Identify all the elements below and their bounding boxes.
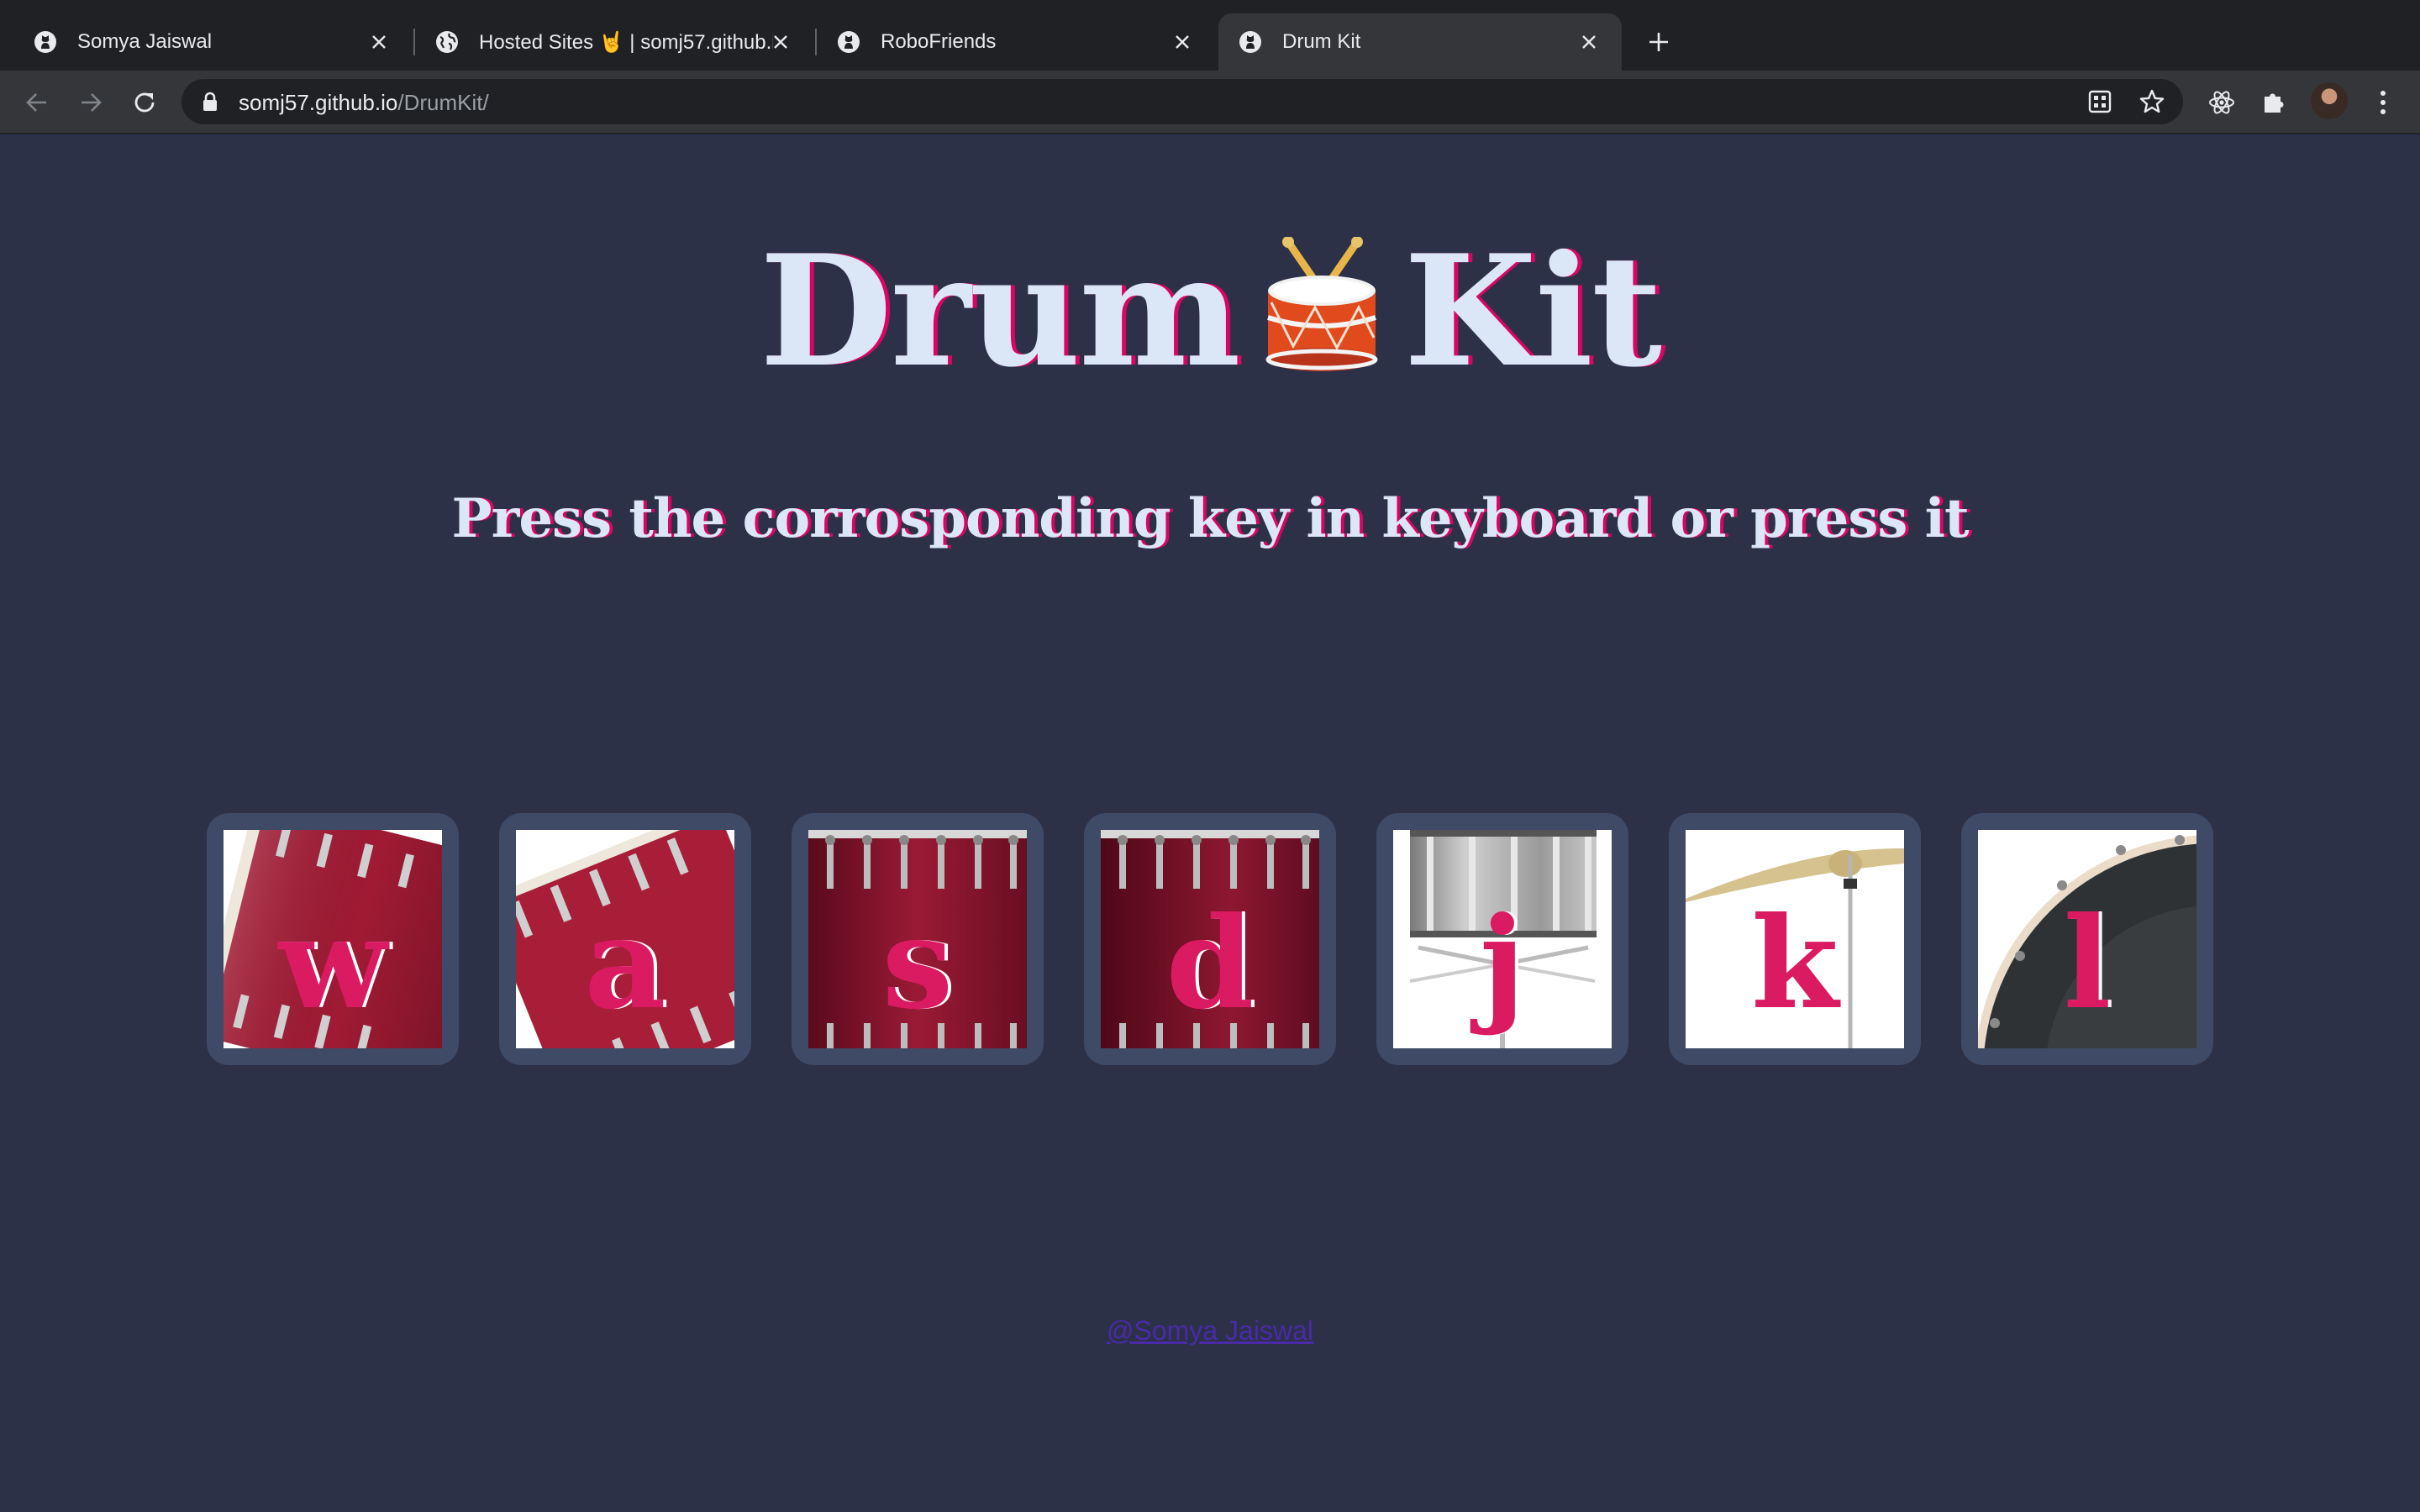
key-letter: j <box>1479 890 1526 1037</box>
profile-avatar[interactable] <box>2311 82 2348 119</box>
tab-drum-kit[interactable]: Drum Kit <box>1218 13 1622 71</box>
tom-4-image: d <box>1101 830 1319 1048</box>
tab-title: Somya Jaiswal <box>77 30 213 53</box>
close-tab-icon[interactable] <box>1575 28 1603 56</box>
title-kit-word: Kit <box>1403 221 1662 401</box>
tom-3-image: s <box>808 830 1027 1048</box>
github-icon <box>34 30 57 54</box>
page-title: Drum Kit <box>0 227 2420 395</box>
key-letter: s <box>881 890 954 1037</box>
address-bar[interactable]: somj57.github.io/DrumKit/ <box>182 79 2183 124</box>
tab-strip: Somya Jaiswal Hosted Sites 🤘 | somj57.gi… <box>0 0 2420 71</box>
tab-title: Hosted Sites 🤘 | somj57.github.io <box>479 30 773 54</box>
key-letter: k <box>1751 890 1839 1037</box>
extensions-puzzle-icon[interactable] <box>2255 84 2292 121</box>
drum-key-j[interactable]: j <box>1376 813 1628 1065</box>
tom-1-image: w <box>224 830 442 1048</box>
snare-image: j <box>1393 830 1612 1048</box>
drum-key-l[interactable]: l <box>1961 813 2213 1065</box>
globe-icon <box>435 30 459 54</box>
close-tab-icon[interactable] <box>365 28 393 56</box>
browser-toolbar: somj57.github.io/DrumKit/ <box>0 71 2420 134</box>
footer-author-link[interactable]: @Somya Jaiswal <box>0 1315 2420 1347</box>
lock-icon[interactable] <box>202 92 218 116</box>
page-subtitle: Press the corrosponding key in keyboard … <box>451 487 1969 550</box>
drum-key-s[interactable]: s <box>792 813 1044 1065</box>
url-host: somj57.github.io <box>239 90 398 115</box>
url-text: somj57.github.io/DrumKit/ <box>239 90 489 116</box>
crash-cymbal-image: k <box>1686 830 1904 1048</box>
key-letter: l <box>2063 890 2112 1037</box>
title-drum-word: Drum <box>759 221 1241 401</box>
forward-button[interactable] <box>72 84 109 121</box>
key-letter: w <box>278 890 387 1037</box>
drum-icon <box>1263 234 1381 371</box>
kick-bass-image: l <box>1978 830 2196 1048</box>
close-tab-icon[interactable] <box>1168 28 1197 56</box>
bookmark-star-icon[interactable] <box>2136 86 2168 118</box>
close-tab-icon[interactable] <box>766 28 795 56</box>
key-letter: a <box>584 890 666 1037</box>
tab-hosted-sites[interactable]: Hosted Sites 🤘 | somj57.github.io <box>402 13 813 71</box>
tab-title: Drum Kit <box>1282 30 1361 53</box>
new-tab-button[interactable] <box>1640 24 1677 60</box>
tab-robofriends[interactable]: RoboFriends <box>803 13 1215 71</box>
qr-code-icon[interactable] <box>2084 86 2116 118</box>
url-path: /DrumKit/ <box>397 90 489 115</box>
drum-key-d[interactable]: d <box>1084 813 1336 1065</box>
reload-button[interactable] <box>126 84 163 121</box>
tab-title: RoboFriends <box>881 30 997 53</box>
tab-somya-jaiswal[interactable]: Somya Jaiswal <box>0 13 412 71</box>
drum-key-k[interactable]: k <box>1669 813 1921 1065</box>
github-icon <box>837 30 860 54</box>
drum-key-a[interactable]: a <box>499 813 751 1065</box>
react-devtools-icon[interactable] <box>2203 84 2240 121</box>
drum-key-w[interactable]: w <box>207 813 459 1065</box>
tom-2-image: a <box>516 830 734 1048</box>
github-icon <box>1239 30 1262 54</box>
key-letter: d <box>1165 890 1255 1037</box>
back-button[interactable] <box>18 84 55 121</box>
more-menu-icon[interactable] <box>2365 84 2402 121</box>
